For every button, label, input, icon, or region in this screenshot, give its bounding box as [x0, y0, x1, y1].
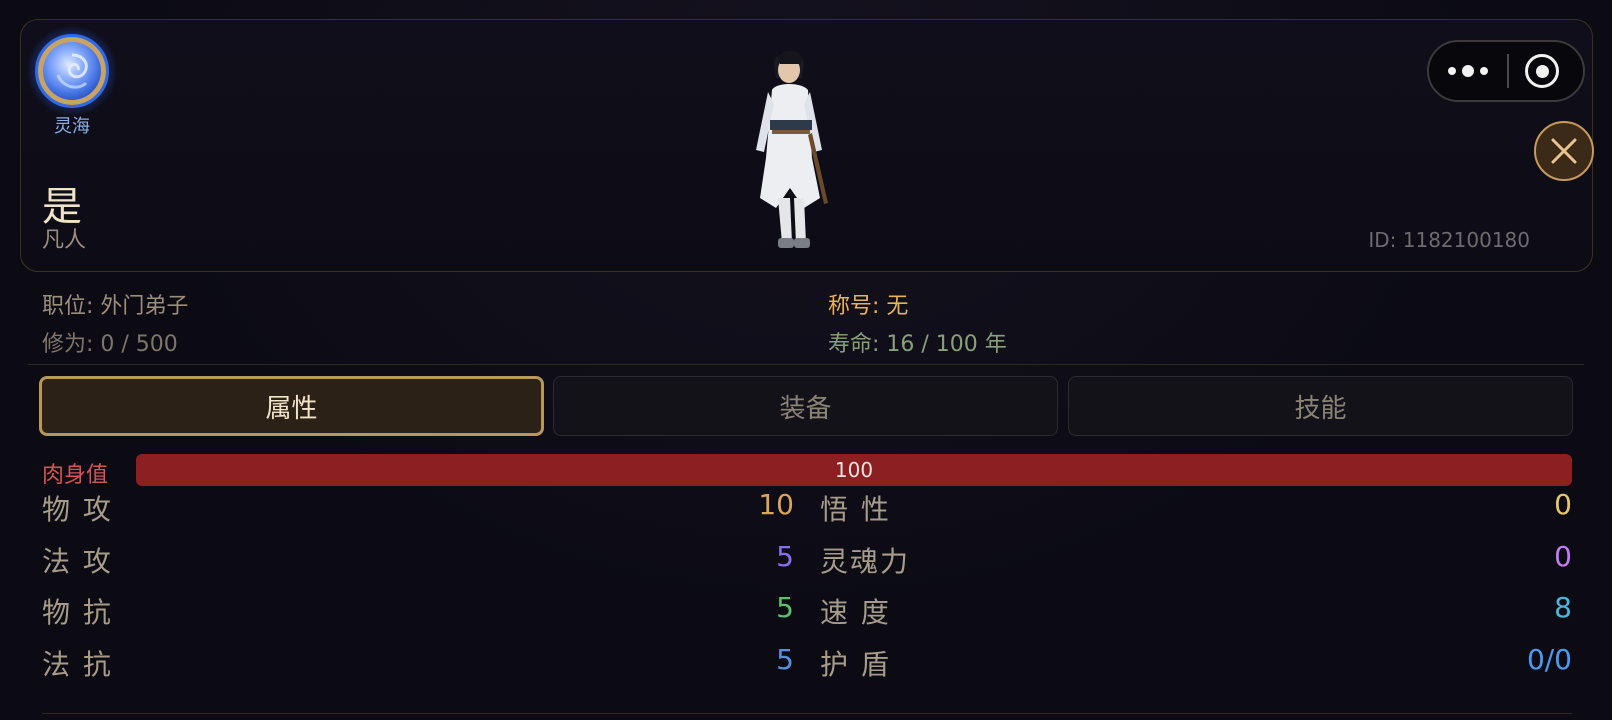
- stat-name-speed: 速 度: [820, 596, 891, 629]
- bottom-divider: [42, 713, 1572, 714]
- realm-badge[interactable]: [27, 26, 117, 116]
- stat-name-physical-defense: 物 抗: [42, 596, 113, 629]
- spirit-sea-orb-icon: [35, 34, 109, 108]
- capsule-divider: [1507, 54, 1509, 88]
- divider: [28, 364, 1584, 365]
- stat-value-speed: 8: [1554, 591, 1572, 624]
- position-info: 职位: 外门弟子: [42, 294, 189, 319]
- stat-value-physical-defense: 5: [776, 591, 794, 624]
- cultivation-info: 修为: 0 / 500: [42, 332, 178, 357]
- stat-name-soul-power: 灵魂力: [820, 545, 911, 578]
- close-button[interactable]: [1534, 121, 1594, 181]
- character-portrait: [742, 38, 838, 260]
- title-info: 称号: 无: [828, 294, 909, 319]
- stat-name-comprehension: 悟 性: [820, 493, 891, 526]
- more-dots-icon[interactable]: [1429, 42, 1507, 100]
- stat-value-comprehension: 0: [1554, 488, 1572, 521]
- lifespan-info: 寿命: 16 / 100 年: [828, 332, 1007, 357]
- hp-label: 肉身值: [42, 463, 109, 488]
- realm-label: 灵海: [54, 116, 90, 137]
- stat-value-magic-defense: 5: [776, 643, 794, 676]
- stat-name-physical-attack: 物 攻: [42, 493, 113, 526]
- hp-bar: 100: [136, 454, 1572, 486]
- menu-capsule: [1427, 40, 1585, 102]
- close-icon: [1551, 138, 1577, 164]
- stat-name-magic-defense: 法 抗: [42, 648, 113, 681]
- hp-value: 100: [834, 458, 874, 482]
- target-icon[interactable]: [1525, 54, 1559, 88]
- stat-name-shield: 护 盾: [820, 648, 891, 681]
- stat-value-soul-power: 0: [1554, 540, 1572, 573]
- tab-equipment[interactable]: 装备: [553, 376, 1058, 436]
- character-id: ID: 1182100180: [1368, 228, 1530, 252]
- stat-value-physical-attack: 10: [758, 488, 794, 521]
- stat-value-magic-attack: 5: [776, 540, 794, 573]
- tab-attributes[interactable]: 属性: [39, 376, 544, 436]
- stat-name-magic-attack: 法 攻: [42, 545, 113, 578]
- stat-value-shield: 0/0: [1526, 643, 1572, 676]
- tab-skills[interactable]: 技能: [1068, 376, 1573, 436]
- character-rank: 凡人: [42, 228, 87, 253]
